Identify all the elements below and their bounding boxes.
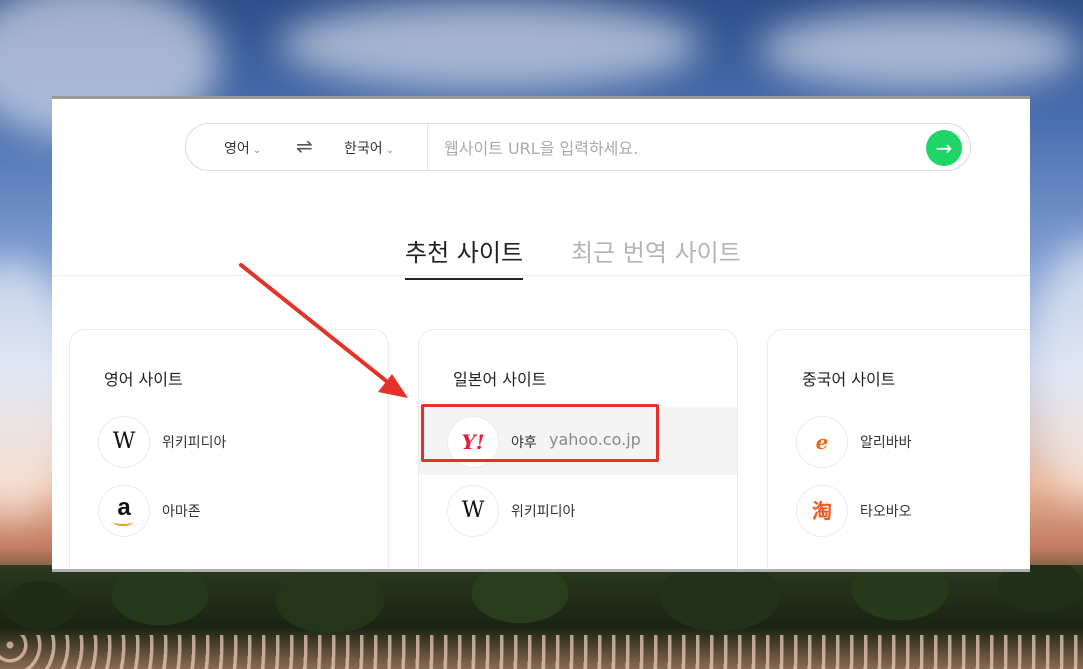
site-name: 위키피디아 [511, 504, 576, 520]
amazon-icon: a [98, 485, 150, 537]
site-name: 위키피디아 [162, 435, 227, 451]
site-item-taobao[interactable]: 淘 타오바오 [768, 476, 1030, 544]
source-language-select[interactable]: 영어 ⌄ [224, 138, 261, 158]
chinese-sites-card: 중국어 사이트 e 알리바바 淘 타오바오 [767, 329, 1030, 569]
card-title: 일본어 사이트 [453, 370, 547, 389]
cloud [280, 0, 700, 90]
annotation-highlight-box [421, 404, 659, 462]
search-divider [427, 124, 428, 170]
site-item-alibaba[interactable]: e 알리바바 [768, 407, 1030, 475]
cloud [1030, 240, 1083, 500]
site-name: 타오바오 [860, 504, 912, 520]
site-tabs: 추천 사이트 최근 번역 사이트 [52, 233, 1030, 280]
site-name: 알리바바 [860, 435, 912, 451]
tab-recent-sites[interactable]: 최근 번역 사이트 [571, 233, 741, 278]
source-language-label: 영어 [224, 141, 250, 157]
site-item-wikipedia[interactable]: W 위키피디아 [419, 476, 737, 544]
target-language-label: 한국어 [344, 141, 383, 157]
arrow-right-icon: → [935, 136, 953, 160]
site-name: 아마존 [162, 504, 201, 520]
site-item-amazon[interactable]: a 아마존 [70, 476, 388, 544]
wikipedia-icon: W [98, 416, 150, 468]
swap-languages-icon[interactable]: ⇌ [296, 134, 313, 158]
amazon-smile-icon [113, 518, 133, 526]
tabs-divider [52, 275, 1030, 276]
chevron-down-icon: ⌄ [385, 145, 395, 156]
card-title: 영어 사이트 [104, 370, 183, 389]
translate-go-button[interactable]: → [926, 130, 962, 166]
card-title: 중국어 사이트 [802, 370, 896, 389]
cloud [760, 10, 1080, 90]
chevron-down-icon: ⌄ [252, 145, 262, 156]
site-item-wikipedia[interactable]: W 위키피디아 [70, 407, 388, 475]
english-sites-card: 영어 사이트 W 위키피디아 a 아마존 [69, 329, 389, 569]
dandelion-field [0, 635, 1083, 669]
alibaba-icon: e [796, 416, 848, 468]
amazon-glyph: a [117, 494, 131, 521]
url-translate-bar: 영어⌄ ⇌ 한국어⌄ → [185, 123, 971, 171]
taobao-icon: 淘 [796, 485, 848, 537]
url-input[interactable] [442, 134, 916, 162]
target-language-select[interactable]: 한국어 ⌄ [344, 138, 394, 158]
translator-panel: 영어⌄ ⇌ 한국어⌄ → 추천 사이트 최근 번역 사이트 영어 사이트 W 위… [52, 96, 1030, 572]
tab-recommended-sites[interactable]: 추천 사이트 [405, 233, 524, 280]
wikipedia-icon: W [447, 485, 499, 537]
